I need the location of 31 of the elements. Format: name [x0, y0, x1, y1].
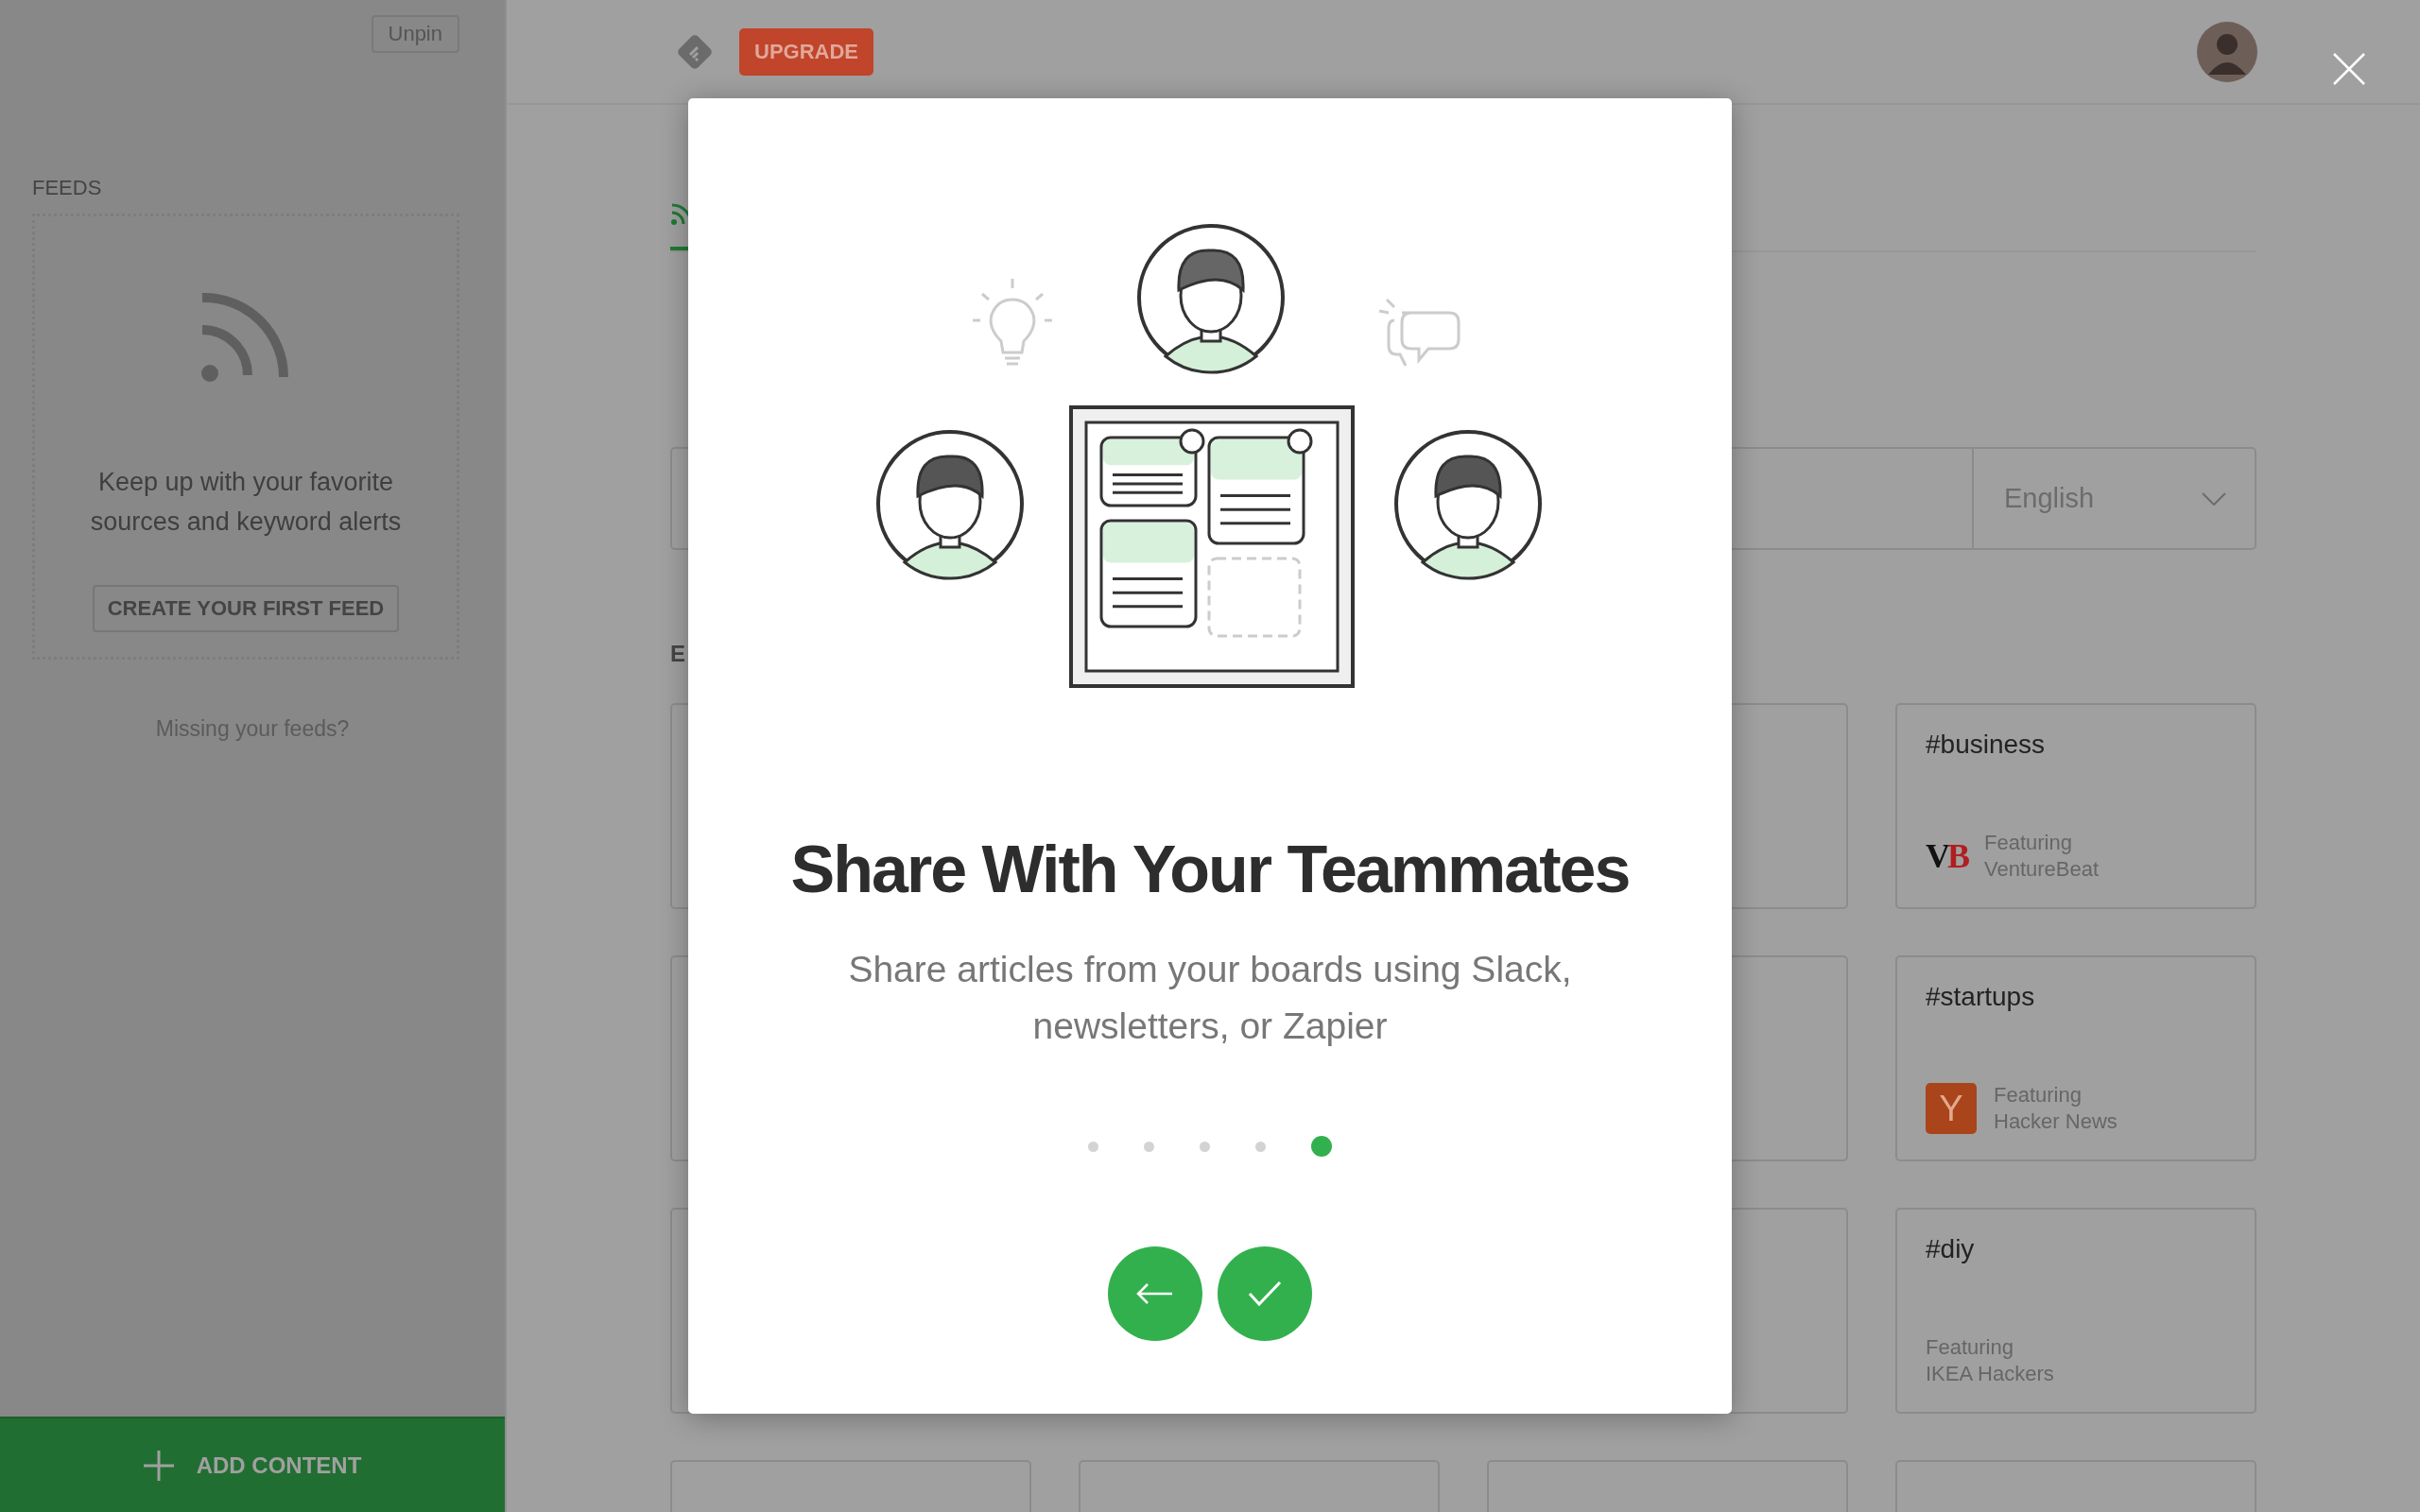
featuring-source: Featuring VentureBeat — [1984, 830, 2100, 883]
plus-icon — [143, 1450, 174, 1481]
create-feed-button[interactable]: CREATE YOUR FIRST FEED — [92, 585, 400, 632]
featuring-source: Featuring Hacker News — [1994, 1082, 2118, 1135]
upgrade-button[interactable]: UPGRADE — [739, 27, 873, 76]
step-dot[interactable] — [1255, 1141, 1266, 1152]
step-dot[interactable] — [1200, 1141, 1210, 1152]
section-label: E — [670, 641, 686, 667]
source-logo: Y — [1926, 1083, 1977, 1134]
dialog-title: Share With Your Teammates — [790, 832, 1630, 907]
topic-title: #diy — [1926, 1234, 1976, 1264]
step-dot[interactable] — [1088, 1141, 1098, 1152]
checkmark-icon — [1248, 1280, 1282, 1307]
add-content-button[interactable]: ADD CONTENT — [0, 1417, 505, 1512]
rss-icon — [200, 292, 291, 383]
featuring-source: Featuring IKEA Hackers — [1926, 1334, 2054, 1387]
topic-card[interactable]: #startups Y Featuring Hacker News — [1895, 955, 2256, 1161]
topic-title: #business — [1926, 730, 2047, 760]
close-button[interactable] — [2332, 52, 2366, 86]
topic-title: #startups — [1926, 982, 2036, 1012]
source-logo: VB — [1926, 836, 1967, 876]
topic-card[interactable]: #diy Featuring IKEA Hackers — [1895, 1208, 2256, 1414]
step-dot[interactable] — [1144, 1141, 1154, 1152]
lightbulb-icon — [971, 277, 1053, 366]
chat-bubble-icon — [1377, 298, 1460, 367]
user-avatar[interactable] — [2197, 21, 2257, 82]
section-label: FEEDS — [32, 176, 103, 200]
dialog-description: Share articles from your boards using Slack, newsletters, or Zapier — [847, 948, 1573, 1048]
step-dot[interactable] — [1311, 1136, 1332, 1157]
arrow-left-icon — [1136, 1282, 1174, 1305]
empty-state-message: Keep up with your favorite sources and keyword alerts — [89, 467, 403, 538]
